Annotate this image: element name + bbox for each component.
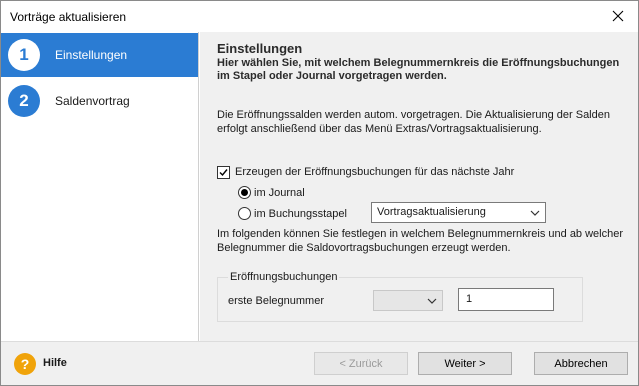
step-number: 1	[8, 39, 40, 71]
step-label: Saldenvortrag	[55, 94, 130, 108]
checkmark-icon	[219, 169, 228, 177]
dialog-footer: ? Hilfe < Zurück Weiter > Abbrechen	[1, 341, 638, 385]
step-einstellungen[interactable]: 1 Einstellungen	[1, 33, 198, 77]
step-saldenvortrag[interactable]: 2 Saldenvortrag	[1, 79, 198, 123]
settings-panel: Einstellungen Hier wählen Sie, mit welch…	[200, 32, 638, 341]
step-label: Einstellungen	[55, 48, 128, 62]
radio-selected-dot	[241, 189, 248, 196]
number-range-select[interactable]	[373, 290, 443, 311]
window-title: Vorträge aktualisieren	[10, 10, 127, 24]
info-text: Im folgenden können Sie festlegen in wel…	[217, 228, 624, 254]
page-subtitle: Hier wählen Sie, mit welchem Belegnummer…	[217, 57, 620, 82]
group-title: Eröffnungsbuchungen	[228, 271, 340, 283]
back-button[interactable]: < Zurück	[314, 352, 408, 375]
description-text: Die Eröffnungssalden werden autom. vorge…	[217, 109, 610, 135]
opening-entries-group: Eröffnungsbuchungen erste Belegnummer 1	[217, 271, 583, 322]
chevron-down-icon	[530, 210, 540, 216]
first-doc-number-input[interactable]: 1	[458, 288, 554, 311]
chevron-down-icon	[427, 298, 437, 304]
cancel-button[interactable]: Abbrechen	[534, 352, 628, 375]
first-doc-number-label: erste Belegnummer	[228, 295, 324, 307]
stapel-select[interactable]: Vortragsaktualisierung	[371, 202, 546, 223]
close-button[interactable]	[604, 4, 632, 28]
radio-journal-label[interactable]: im Journal	[254, 187, 305, 199]
wizard-steps-sidebar: 1 Einstellungen 2 Saldenvortrag	[1, 32, 199, 341]
radio-buchungsstapel[interactable]	[238, 207, 251, 220]
radio-buchungsstapel-label[interactable]: im Buchungsstapel	[254, 208, 347, 220]
dialog-window: Vorträge aktualisieren 1 Einstellungen 2…	[0, 0, 639, 386]
create-opening-entries-checkbox[interactable]	[217, 166, 230, 179]
title-bar: Vorträge aktualisieren	[1, 1, 638, 32]
step-number: 2	[8, 85, 40, 117]
create-opening-entries-label[interactable]: Erzeugen der Eröffnungsbuchungen für das…	[235, 166, 514, 178]
next-button[interactable]: Weiter >	[418, 352, 512, 375]
radio-journal[interactable]	[238, 186, 251, 199]
help-link[interactable]: Hilfe	[43, 357, 67, 369]
page-title: Einstellungen	[217, 41, 303, 56]
question-icon[interactable]: ?	[14, 353, 36, 375]
first-doc-number-value: 1	[466, 293, 473, 305]
close-icon	[612, 10, 624, 22]
stapel-select-value: Vortragsaktualisierung	[377, 206, 486, 218]
